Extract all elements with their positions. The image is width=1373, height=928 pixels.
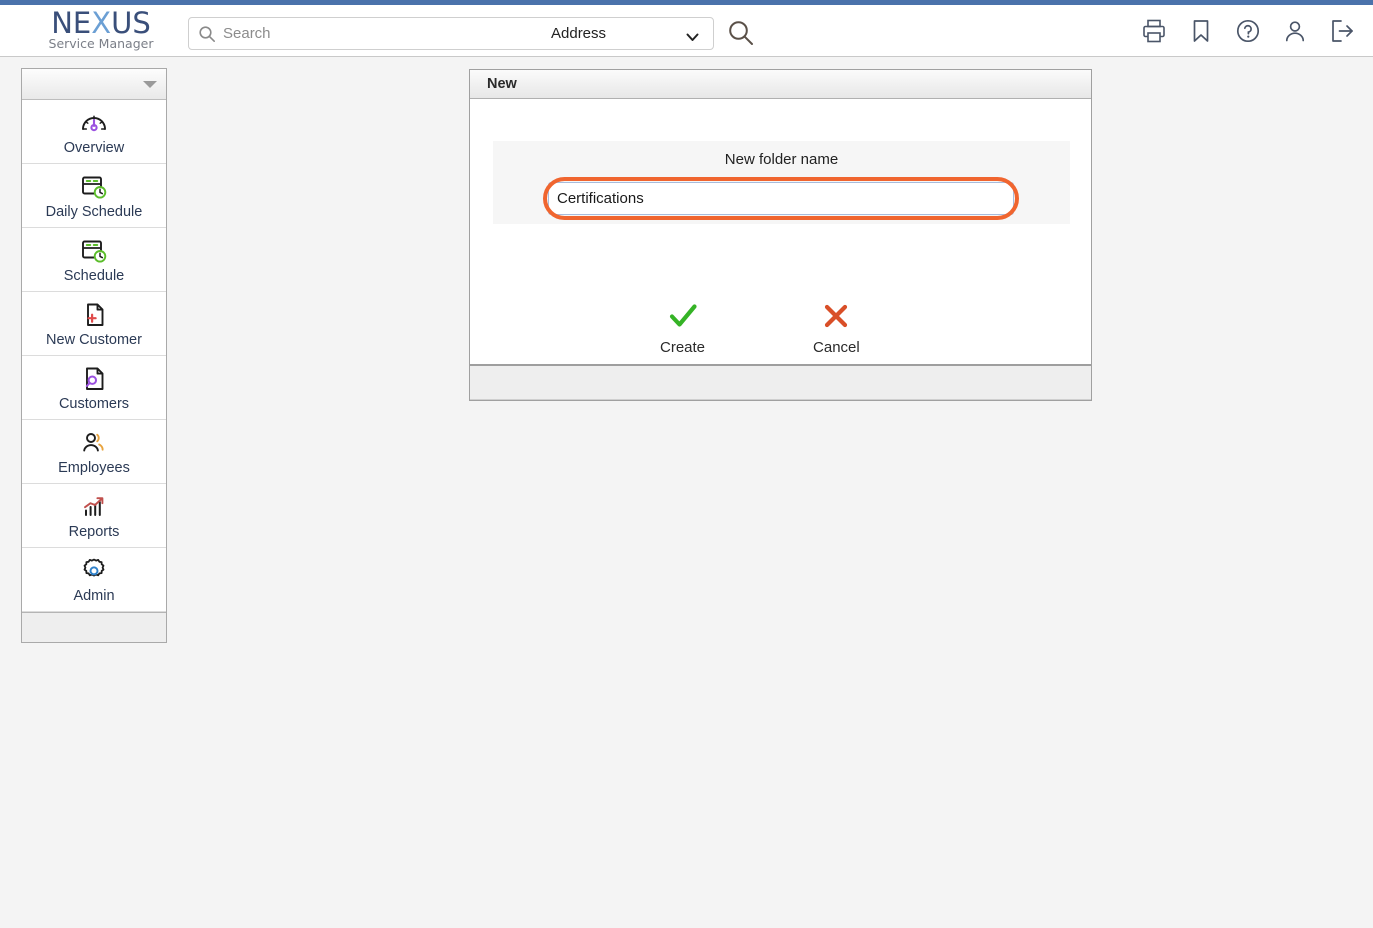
create-button[interactable]: Create	[660, 299, 705, 356]
create-button-label: Create	[660, 339, 706, 356]
search-icon	[198, 25, 216, 43]
search-bar: Address	[188, 17, 714, 50]
app-header: NEXUS Service Manager Address	[0, 5, 1373, 57]
calendar-clock-icon	[79, 236, 109, 266]
sidebar-item-reports[interactable]: Reports	[22, 484, 166, 548]
app-logo[interactable]: NEXUS Service Manager	[26, 8, 176, 56]
logo-text-ne: NE	[51, 6, 92, 40]
sidebar-item-daily-schedule[interactable]: Daily Schedule	[22, 164, 166, 228]
calendar-clock-icon	[79, 172, 109, 202]
dialog-footer	[470, 364, 1091, 400]
sidebar-item-overview[interactable]: Overview	[22, 100, 166, 164]
sidebar-item-label: Daily Schedule	[45, 203, 143, 220]
sidebar-item-admin[interactable]: Admin	[22, 548, 166, 612]
logo-wordmark: NEXUS	[26, 8, 176, 38]
help-icon[interactable]	[1235, 18, 1261, 44]
sidebar-item-label: New Customer	[46, 331, 142, 348]
dialog-body: New folder name Create	[470, 99, 1091, 364]
x-icon	[819, 299, 853, 333]
user-icon[interactable]	[1282, 18, 1308, 44]
sidebar-nav: Overview Daily Schedule Schedule New Cus…	[21, 68, 167, 643]
search-scope-select[interactable]: Address	[545, 21, 709, 46]
new-folder-dialog: New New folder name Create	[469, 69, 1092, 401]
sidebar-item-label: Employees	[58, 459, 130, 476]
logo-text-us: US	[111, 6, 151, 40]
people-icon	[79, 428, 109, 458]
search-submit-button[interactable]	[726, 18, 756, 48]
folder-name-input-holder	[548, 182, 1014, 215]
sidebar-item-label: Schedule	[63, 267, 125, 284]
sidebar-item-label: Overview	[63, 139, 125, 156]
logo-text-x: X	[91, 6, 112, 40]
dialog-title: New	[487, 76, 517, 92]
logout-icon[interactable]	[1329, 18, 1355, 44]
document-search-icon	[79, 364, 109, 394]
cancel-button[interactable]: Cancel	[813, 299, 860, 356]
sidebar-item-label: Admin	[73, 587, 115, 604]
folder-name-label: New folder name	[724, 151, 839, 168]
sidebar-header[interactable]	[22, 69, 166, 100]
sidebar-item-employees[interactable]: Employees	[22, 420, 166, 484]
chevron-down-icon[interactable]	[143, 81, 157, 88]
dialog-actions: Create Cancel	[470, 299, 1093, 356]
sidebar-item-label: Reports	[68, 523, 120, 540]
bar-chart-trend-icon	[79, 492, 109, 522]
dialog-titlebar: New	[470, 70, 1091, 99]
cancel-button-label: Cancel	[813, 339, 860, 356]
bookmark-icon[interactable]	[1188, 18, 1214, 44]
gear-icon	[79, 556, 109, 586]
sidebar-item-new-customer[interactable]: New Customer	[22, 292, 166, 356]
folder-name-input[interactable]	[548, 182, 1014, 215]
sidebar-item-customers[interactable]: Customers	[22, 356, 166, 420]
check-icon	[666, 299, 700, 333]
document-plus-icon	[79, 300, 109, 330]
print-icon[interactable]	[1141, 18, 1167, 44]
search-input[interactable]	[221, 18, 531, 49]
sidebar-footer	[22, 612, 166, 642]
header-icon-group	[1141, 18, 1355, 44]
sidebar-item-label: Customers	[58, 395, 130, 412]
sidebar-item-schedule[interactable]: Schedule	[22, 228, 166, 292]
folder-name-field-panel: New folder name	[493, 141, 1070, 224]
gauge-icon	[79, 108, 109, 138]
logo-subtitle: Service Manager	[48, 36, 154, 51]
